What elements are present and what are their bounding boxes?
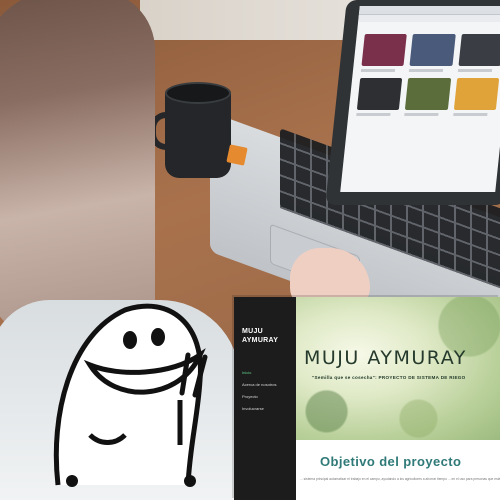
website-screenshot: MUJU AYMURAY Inicio Acerca de nosotros P…	[234, 297, 500, 500]
thumbnail-3	[457, 34, 500, 72]
objective-section: Objetivo del proyecto ... sistema princi…	[296, 440, 500, 500]
nav-item-inicio[interactable]: Inicio	[240, 367, 294, 379]
site-sidebar: MUJU AYMURAY Inicio Acerca de nosotros P…	[234, 297, 296, 500]
thumbnail-1	[360, 34, 408, 72]
nav-item-proyecto[interactable]: Proyecto	[240, 391, 294, 403]
hero-title: MUJU AYMURAY	[304, 347, 467, 369]
browser-toolbar	[358, 6, 500, 15]
browser-tabs	[358, 15, 500, 22]
hero-subtitle: "Semilla que se cosecha": PROYECTO DE SI…	[312, 375, 466, 380]
nav-item-involucrarse[interactable]: Involucrarse	[240, 403, 294, 415]
tea-tag	[226, 144, 248, 166]
site-brand[interactable]: MUJU AYMURAY	[242, 327, 278, 345]
flork-sticker-icon	[53, 303, 208, 487]
coffee-mug-rim	[165, 82, 231, 104]
thumbnail-6	[452, 78, 500, 116]
screen-thumbnail-grid	[347, 22, 500, 128]
site-nav: Inicio Acerca de nosotros Proyecto Invol…	[240, 367, 294, 415]
thumbnail-5	[404, 78, 451, 116]
thumbnail-4	[356, 78, 403, 116]
nav-item-acerca[interactable]: Acerca de nosotros	[240, 379, 294, 391]
objective-title: Objetivo del proyecto	[320, 454, 462, 469]
site-hero: MUJU AYMURAY "Semilla que se cosecha": P…	[296, 297, 500, 440]
objective-text: ... sistema principal automatizar el tra…	[300, 477, 500, 481]
thumbnail-2	[409, 34, 456, 72]
laptop-screen	[340, 6, 500, 192]
